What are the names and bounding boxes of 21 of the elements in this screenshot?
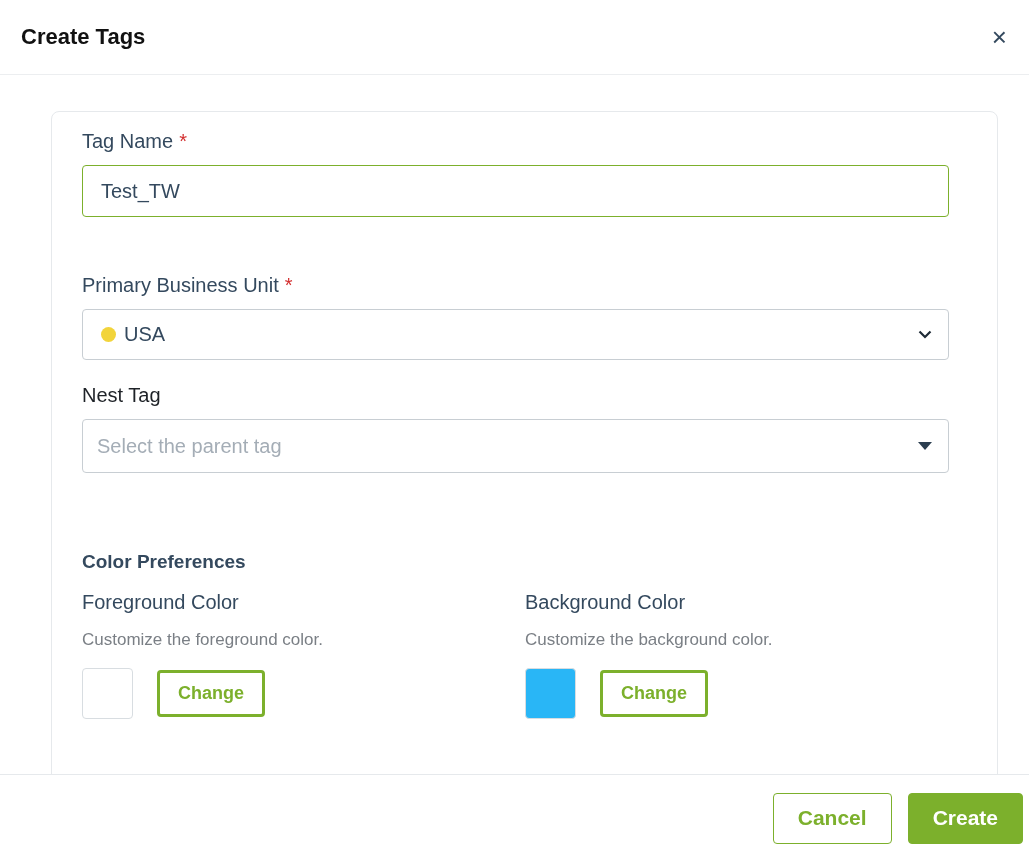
field-label: Foreground Color [82, 591, 240, 614]
cancel-button[interactable]: Cancel [772, 792, 892, 844]
close-button[interactable]: × [987, 24, 1011, 50]
required-mark: * [284, 274, 293, 296]
required-mark: * [179, 130, 187, 152]
text-input[interactable]: Test_TW [82, 165, 949, 217]
field-label: Tag Name * [82, 130, 188, 153]
field-label: Background Color [525, 591, 687, 614]
select-field[interactable]: USA [82, 309, 949, 360]
hint-text: Customize the background color. [525, 630, 774, 650]
change-button[interactable]: Change [157, 670, 265, 717]
field-label: Primary Business Unit * [82, 274, 294, 297]
select-field[interactable]: Select the parent tag [82, 419, 949, 473]
dialog-title: Create Tags [21, 24, 146, 50]
field-label: Nest Tag [82, 384, 162, 407]
section-title: Color Preferences [82, 551, 247, 573]
caret-down-icon [918, 442, 932, 450]
change-button[interactable]: Change [600, 670, 708, 717]
hint-text: Customize the foreground color. [82, 630, 324, 650]
chevron-down-icon [918, 330, 932, 339]
create-button[interactable]: Create [907, 792, 1023, 844]
